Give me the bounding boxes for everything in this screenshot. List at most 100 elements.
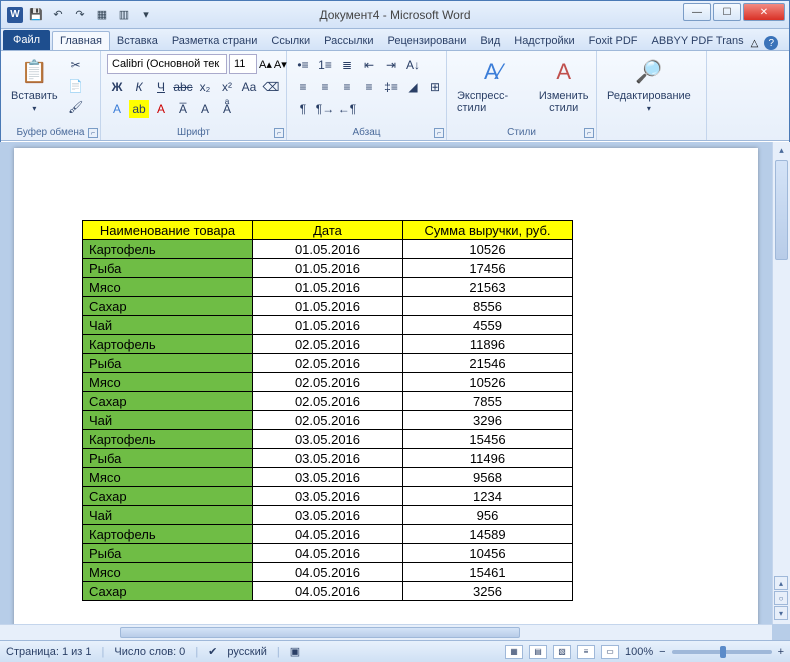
- qat-btn-1[interactable]: ▦: [93, 6, 111, 24]
- cell-name[interactable]: Чай: [83, 411, 253, 430]
- horizontal-scrollbar[interactable]: [0, 624, 772, 640]
- cell-sum[interactable]: 14589: [403, 525, 573, 544]
- cell-name[interactable]: Сахар: [83, 487, 253, 506]
- cell-sum[interactable]: 10456: [403, 544, 573, 563]
- tab-insert[interactable]: Вставка: [110, 32, 165, 50]
- italic-icon[interactable]: К: [129, 78, 149, 96]
- cell-sum[interactable]: 17456: [403, 259, 573, 278]
- shrink-font-icon[interactable]: A▾: [274, 58, 287, 71]
- tab-file[interactable]: Файл: [3, 30, 50, 50]
- tab-home[interactable]: Главная: [52, 31, 110, 50]
- cell-name[interactable]: Чай: [83, 506, 253, 525]
- table-row[interactable]: Мясо02.05.201610526: [83, 373, 573, 392]
- cell-date[interactable]: 04.05.2016: [253, 525, 403, 544]
- cell-date[interactable]: 01.05.2016: [253, 278, 403, 297]
- cell-date[interactable]: 02.05.2016: [253, 354, 403, 373]
- paste-button[interactable]: 📋 Вставить ▾: [7, 54, 62, 115]
- undo-icon[interactable]: ↶: [49, 6, 67, 24]
- show-marks-icon[interactable]: ¶: [293, 100, 313, 118]
- font-size-select[interactable]: 11: [229, 54, 257, 74]
- scroll-up-icon[interactable]: ▴: [773, 142, 790, 158]
- zoom-label[interactable]: 100%: [625, 646, 653, 658]
- cell-date[interactable]: 03.05.2016: [253, 506, 403, 525]
- cell-date[interactable]: 02.05.2016: [253, 335, 403, 354]
- grow-font-icon[interactable]: A▴: [259, 58, 272, 71]
- zoom-slider[interactable]: [672, 650, 772, 654]
- table-row[interactable]: Картофель01.05.201610526: [83, 240, 573, 259]
- cell-date[interactable]: 01.05.2016: [253, 259, 403, 278]
- cell-name[interactable]: Сахар: [83, 297, 253, 316]
- maximize-button[interactable]: ☐: [713, 3, 741, 21]
- line-spacing-icon[interactable]: ‡≡: [381, 78, 401, 96]
- zoom-in-icon[interactable]: +: [778, 646, 784, 658]
- table-row[interactable]: Сахар01.05.20168556: [83, 297, 573, 316]
- bold-icon[interactable]: Ж: [107, 78, 127, 96]
- cell-sum[interactable]: 15461: [403, 563, 573, 582]
- cell-date[interactable]: 04.05.2016: [253, 544, 403, 563]
- cell-sum[interactable]: 8556: [403, 297, 573, 316]
- borders-icon[interactable]: ⊞: [425, 78, 445, 96]
- cell-name[interactable]: Картофель: [83, 335, 253, 354]
- change-styles-button[interactable]: A Изменить стили: [537, 54, 590, 116]
- bullets-icon[interactable]: •≡: [293, 56, 313, 74]
- table-row[interactable]: Сахар04.05.20163256: [83, 582, 573, 601]
- view-print-icon[interactable]: ▦: [505, 645, 523, 659]
- table-row[interactable]: Сахар03.05.20161234: [83, 487, 573, 506]
- cell-date[interactable]: 01.05.2016: [253, 297, 403, 316]
- table-row[interactable]: Чай03.05.2016956: [83, 506, 573, 525]
- table-row[interactable]: Мясо04.05.201615461: [83, 563, 573, 582]
- table-header[interactable]: Дата: [253, 221, 403, 240]
- cell-date[interactable]: 02.05.2016: [253, 373, 403, 392]
- cell-sum[interactable]: 4559: [403, 316, 573, 335]
- table-row[interactable]: Рыба03.05.201611496: [83, 449, 573, 468]
- tab-layout[interactable]: Разметка страни: [165, 32, 265, 50]
- numbering-icon[interactable]: 1≡: [315, 56, 335, 74]
- cell-name[interactable]: Рыба: [83, 544, 253, 563]
- char-shading-icon[interactable]: Aͣ: [217, 100, 237, 118]
- styles-launcher[interactable]: ⌐: [584, 128, 594, 138]
- cell-name[interactable]: Чай: [83, 316, 253, 335]
- cell-name[interactable]: Картофель: [83, 430, 253, 449]
- copy-icon[interactable]: 📄: [66, 77, 86, 95]
- proofing-icon[interactable]: ✔: [208, 645, 217, 658]
- cell-name[interactable]: Сахар: [83, 582, 253, 601]
- cell-name[interactable]: Мясо: [83, 563, 253, 582]
- status-words[interactable]: Число слов: 0: [114, 646, 185, 658]
- ltr-icon[interactable]: ¶→: [315, 100, 335, 118]
- cell-name[interactable]: Мясо: [83, 373, 253, 392]
- status-page[interactable]: Страница: 1 из 1: [6, 646, 92, 658]
- multilevel-icon[interactable]: ≣: [337, 56, 357, 74]
- align-left-icon[interactable]: ≡: [293, 78, 313, 96]
- qat-dropdown-icon[interactable]: ▾: [137, 6, 155, 24]
- cell-sum[interactable]: 1234: [403, 487, 573, 506]
- tab-foxit[interactable]: Foxit PDF: [582, 32, 645, 50]
- tab-references[interactable]: Ссылки: [264, 32, 317, 50]
- help-icon[interactable]: ?: [764, 36, 778, 50]
- table-row[interactable]: Сахар02.05.20167855: [83, 392, 573, 411]
- text-effects-icon[interactable]: A: [107, 100, 127, 118]
- table-row[interactable]: Рыба01.05.201617456: [83, 259, 573, 278]
- cell-name[interactable]: Мясо: [83, 468, 253, 487]
- table-header[interactable]: Наименование товара: [83, 221, 253, 240]
- font-launcher[interactable]: ⌐: [274, 128, 284, 138]
- clear-format-icon[interactable]: ⌫: [261, 78, 281, 96]
- qat-btn-2[interactable]: ▥: [115, 6, 133, 24]
- subscript-icon[interactable]: x₂: [195, 78, 215, 96]
- table-row[interactable]: Картофель03.05.201615456: [83, 430, 573, 449]
- cell-sum[interactable]: 9568: [403, 468, 573, 487]
- table-row[interactable]: Чай02.05.20163296: [83, 411, 573, 430]
- save-icon[interactable]: 💾: [27, 6, 45, 24]
- char-border-icon[interactable]: A: [195, 100, 215, 118]
- cell-name[interactable]: Рыба: [83, 354, 253, 373]
- view-draft-icon[interactable]: ▭: [601, 645, 619, 659]
- redo-icon[interactable]: ↷: [71, 6, 89, 24]
- cell-date[interactable]: 03.05.2016: [253, 430, 403, 449]
- cell-name[interactable]: Сахар: [83, 392, 253, 411]
- font-color-icon[interactable]: A: [151, 100, 171, 118]
- scroll-thumb[interactable]: [775, 160, 788, 260]
- view-read-icon[interactable]: ▤: [529, 645, 547, 659]
- table-row[interactable]: Картофель04.05.201614589: [83, 525, 573, 544]
- cell-sum[interactable]: 15456: [403, 430, 573, 449]
- cell-name[interactable]: Рыба: [83, 449, 253, 468]
- macro-icon[interactable]: ▣: [290, 645, 300, 658]
